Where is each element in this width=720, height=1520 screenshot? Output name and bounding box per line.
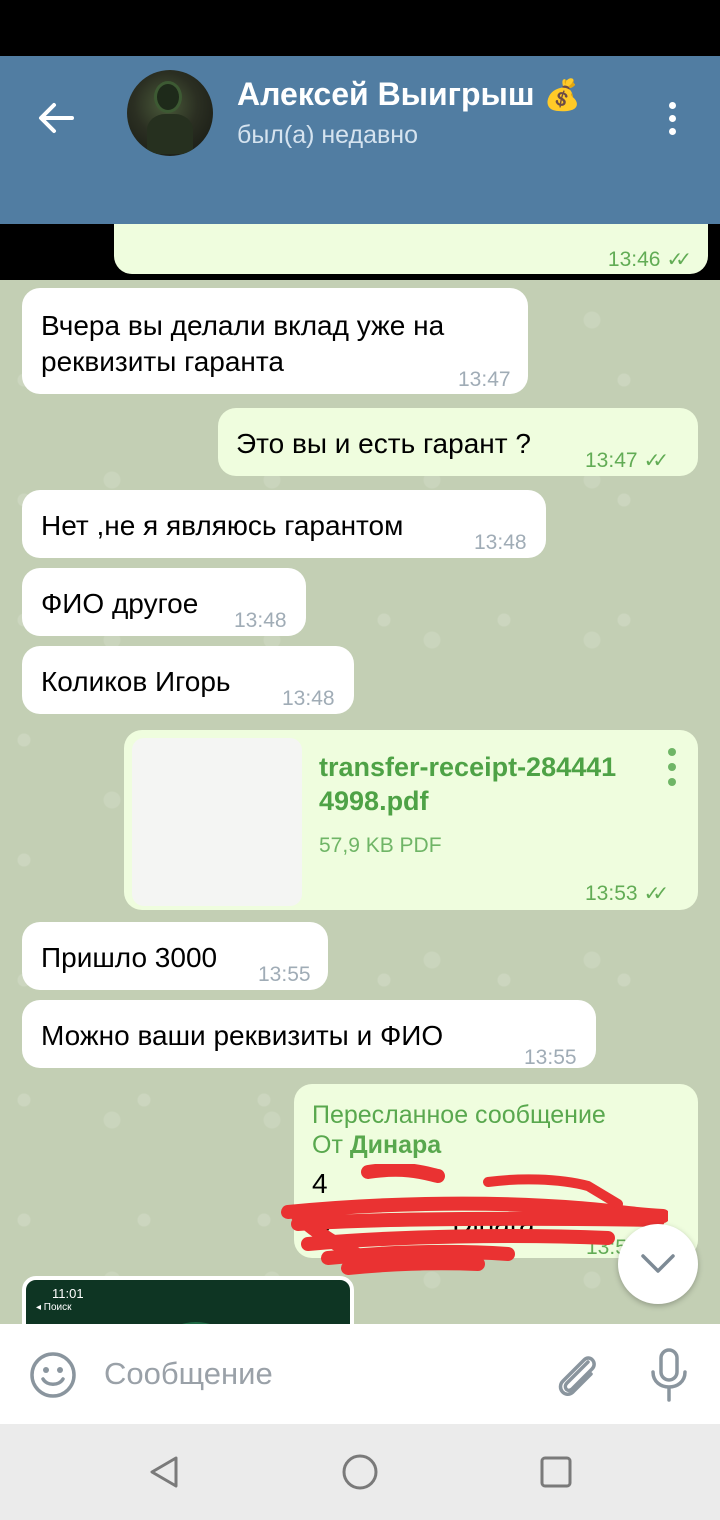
message-bubble-incoming[interactable]: Пришло 3000 13:55 <box>22 922 328 990</box>
message-time: 13:48 <box>282 687 335 710</box>
double-check-icon: ✓✓ <box>666 249 691 271</box>
last-seen-status: был(а) недавно <box>237 121 419 149</box>
message-time: 13:47 ✓✓ <box>585 443 669 479</box>
avatar[interactable] <box>127 70 213 156</box>
message-time: 13:53 ✓✓ <box>585 876 669 912</box>
file-name[interactable]: transfer-receipt-284441 4998.pdf <box>319 750 679 818</box>
message-input[interactable] <box>104 1354 524 1394</box>
forward-label: Пересланное сообщение <box>312 1101 606 1129</box>
message-text: Вчера вы делали вклад уже на реквизиты г… <box>41 310 445 377</box>
message-bubble-outgoing[interactable]: Это вы и есть гарант ? 13:47 ✓✓ <box>218 408 698 476</box>
file-size: 57,9 KB PDF <box>319 834 442 857</box>
file-menu-icon[interactable] <box>668 748 676 786</box>
message-bubble-incoming[interactable]: Коликов Игорь 13:48 <box>22 646 354 714</box>
message-time: 13:48 <box>474 531 527 554</box>
message-time: 13:55 <box>258 963 311 986</box>
system-nav-bar <box>0 1424 720 1520</box>
forward-from-name: Динара <box>349 1131 442 1159</box>
back-button[interactable] <box>30 92 82 144</box>
money-bag-icon: 💰 <box>543 79 581 112</box>
message-time: 13:48 <box>234 609 287 632</box>
message-bubble-incoming[interactable]: Вчера вы делали вклад уже на реквизиты г… <box>22 288 528 394</box>
message-bubble-incoming[interactable]: Нет ,не я являюсь гарантом 13:48 <box>22 490 546 558</box>
chevron-down-icon <box>641 1254 675 1273</box>
triangle-back-icon[interactable] <box>144 1452 184 1492</box>
scroll-down-button[interactable] <box>618 1224 698 1304</box>
circle-home-icon[interactable] <box>340 1452 380 1492</box>
message-bubble-incoming[interactable]: Можно ваши реквизиты и ФИО 13:55 <box>22 1000 596 1069</box>
message-list[interactable]: 13:46 ✓✓ Вчера вы делали вклад уже на рек… <box>0 224 720 1324</box>
message-input-bar <box>0 1324 720 1424</box>
preview-back-label: ◂ Поиск <box>36 1302 72 1313</box>
message-bubble-outgoing[interactable]: 13:46 ✓✓ <box>114 224 708 274</box>
arrow-left-icon <box>39 103 74 133</box>
file-message[interactable]: transfer-receipt-284441 4998.pdf 57,9 KB… <box>124 730 698 910</box>
message-bubble-incoming[interactable]: ФИО другое 13:48 <box>22 568 306 636</box>
message-time: 13:55 <box>524 1046 577 1069</box>
redaction-scribble <box>281 1164 668 1275</box>
message-text: Можно ваши реквизиты и ФИО <box>41 1020 444 1051</box>
image-message[interactable]: 11:01 ◂ Поиск <box>22 1276 354 1324</box>
file-thumbnail[interactable] <box>132 738 302 906</box>
square-recents-icon[interactable] <box>536 1452 576 1492</box>
microphone-icon[interactable] <box>644 1346 694 1404</box>
double-check-icon: ✓✓ <box>643 883 669 905</box>
status-bar <box>0 0 720 56</box>
preview-time: 11:01 <box>52 1286 84 1301</box>
message-time: 13:47 <box>458 368 511 391</box>
smile-icon[interactable] <box>28 1350 78 1400</box>
paperclip-icon[interactable] <box>550 1348 604 1402</box>
more-vertical-icon[interactable] <box>656 92 688 144</box>
message-text: Нет ,не я являюсь гарантом <box>41 510 404 541</box>
chat-title[interactable]: Алексей Выигрыш 💰 <box>237 76 581 113</box>
message-time: 13:46 ✓✓ <box>608 242 692 278</box>
chat-title-text: Алексей Выигрыш <box>237 76 535 112</box>
forward-from[interactable]: От Динара <box>312 1130 698 1160</box>
double-check-icon: ✓✓ <box>643 450 669 472</box>
